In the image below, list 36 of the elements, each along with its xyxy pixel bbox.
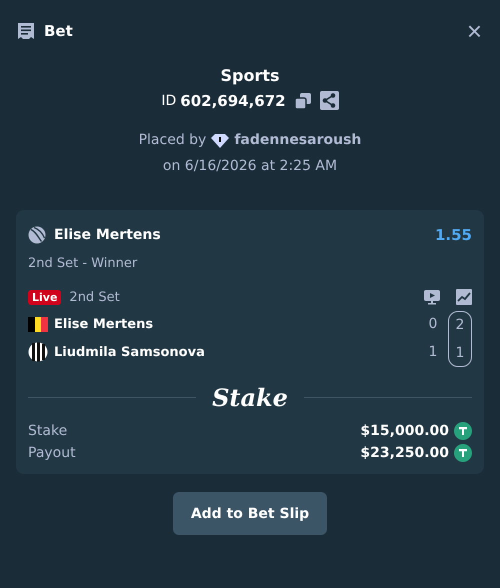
player-name: Elise Mertens: [54, 316, 154, 332]
flag-icon: [28, 316, 48, 332]
tv-icon[interactable]: [424, 290, 440, 304]
market-name: 2nd Set - Winner: [28, 256, 138, 271]
id-label: ID: [161, 92, 176, 108]
score: 0: [428, 315, 438, 333]
receipt-icon: [16, 21, 36, 41]
total-label: Payout: [28, 445, 76, 461]
tennis-ball-icon: [28, 226, 46, 244]
placed-by-label: Placed by: [138, 132, 206, 148]
add-to-bet-slip-button[interactable]: Add to Bet Slip: [172, 492, 328, 535]
odds-value: 1.55: [434, 226, 472, 244]
diamond-icon: [211, 132, 230, 148]
coin-icon: [454, 422, 472, 440]
total-label: Stake: [28, 423, 68, 439]
username-link[interactable]: fadennesaroush: [234, 132, 362, 148]
bet-id: 602,694,672: [180, 92, 286, 110]
pick-name: Elise Mertens: [54, 227, 161, 243]
coin-icon: [454, 444, 472, 462]
score: 1: [456, 344, 464, 362]
total-amount: $15,000.00: [360, 423, 449, 439]
bet-category: Sports: [220, 66, 280, 85]
player-name: Liudmila Samsonova: [54, 344, 205, 360]
striped-circle-icon: [28, 342, 48, 362]
share-icon[interactable]: [320, 91, 339, 110]
score: 1: [428, 343, 438, 361]
placed-date: on 6/16/2026 at 2:25 AM: [162, 158, 338, 174]
match-period: 2nd Set: [69, 290, 120, 304]
total-amount: $23,250.00: [360, 445, 449, 461]
close-button[interactable]: ×: [464, 18, 484, 44]
brand-logo: Stake: [212, 383, 288, 412]
chart-icon[interactable]: [456, 289, 472, 305]
live-badge: Live: [28, 290, 62, 304]
modal-title: Bet: [44, 22, 74, 40]
copy-icon[interactable]: [294, 92, 312, 110]
score: 2: [456, 316, 464, 334]
